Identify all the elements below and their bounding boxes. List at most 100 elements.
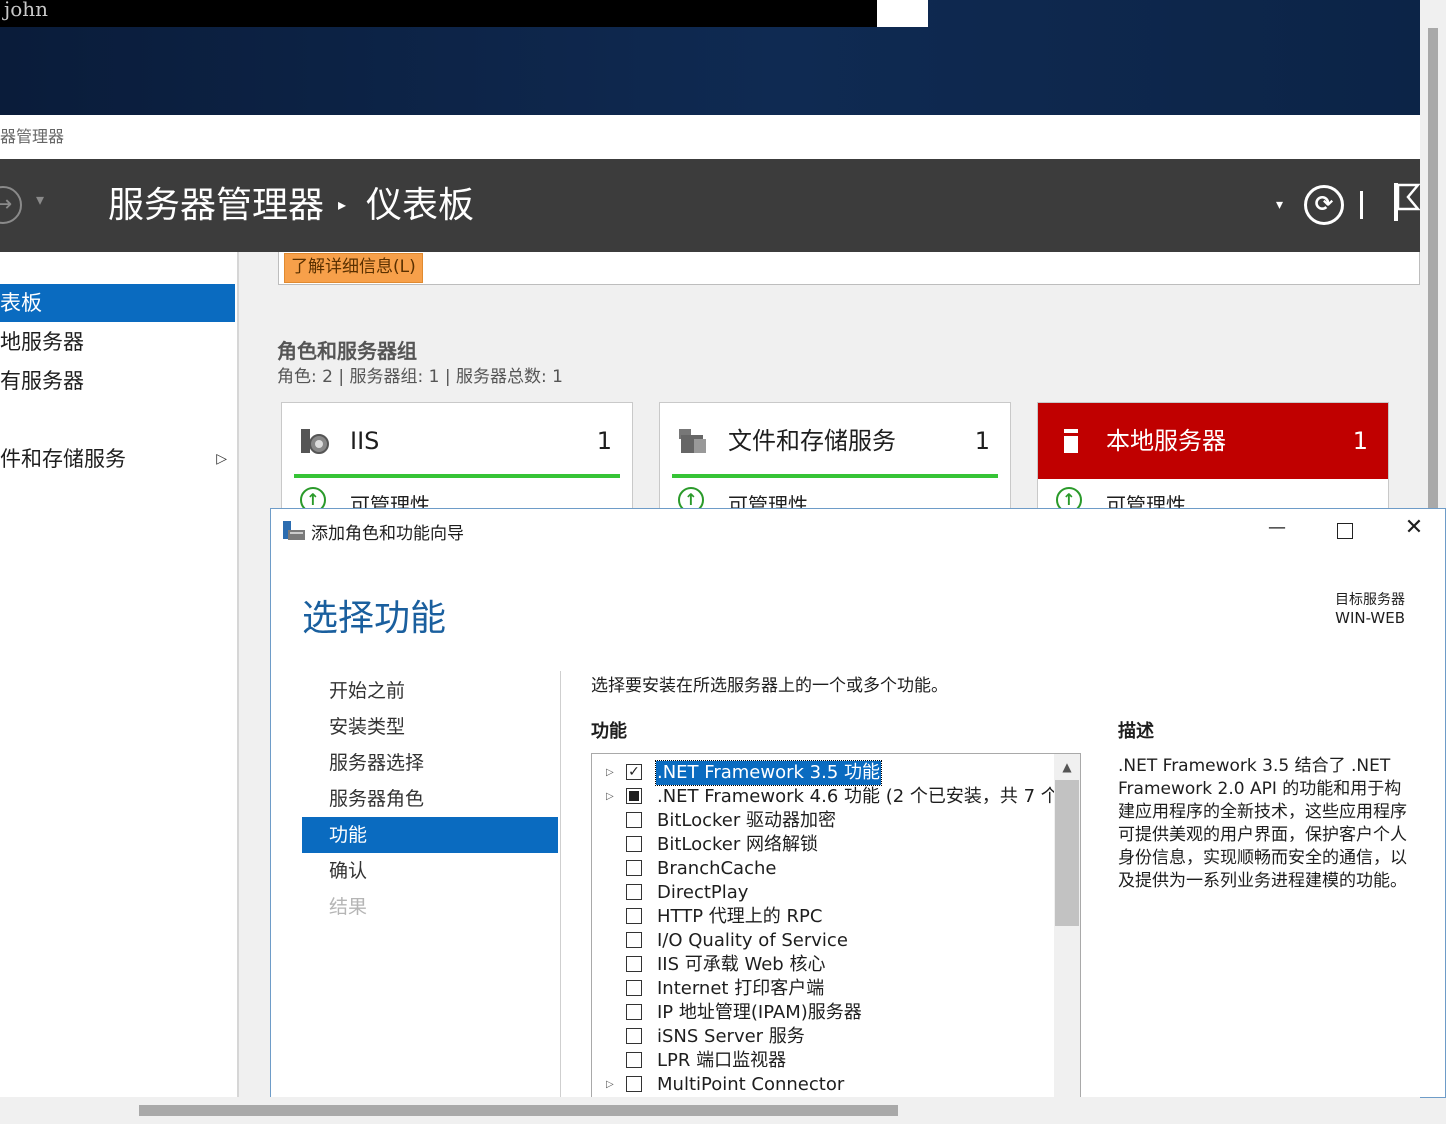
role-card-count: 1 (596, 427, 612, 455)
feature-item-multipoint[interactable]: ▷ MultiPoint Connector (592, 1073, 1054, 1097)
wizard-title: 添加角色和功能向导 (311, 524, 464, 544)
step-server-roles[interactable]: 服务器角色 (302, 781, 558, 817)
feature-checkbox[interactable] (626, 860, 642, 876)
maximize-icon[interactable] (1332, 517, 1358, 543)
back-icon[interactable]: → (0, 186, 22, 224)
feature-checkbox[interactable] (626, 1076, 642, 1092)
roles-title: 角色和服务器组 (277, 339, 417, 363)
features-scrollbar-thumb[interactable] (1055, 780, 1079, 926)
feature-item-rpc-http[interactable]: HTTP 代理上的 RPC (592, 905, 1054, 929)
feature-label: BitLocker 驱动器加密 (657, 810, 837, 831)
close-icon[interactable]: ✕ (1401, 515, 1427, 541)
feature-label: iSNS Server 服务 (657, 1026, 805, 1047)
feature-item-net35[interactable]: ▷ ✓ .NET Framework 3.5 功能 (592, 760, 1054, 786)
horizontal-scrollbar-thumb[interactable] (139, 1105, 898, 1116)
feature-checkbox[interactable] (626, 932, 642, 948)
nav-item-all-servers[interactable]: 有服务器 (0, 362, 235, 400)
feature-label: BitLocker 网络解锁 (657, 834, 819, 855)
breadcrumb-separator-icon: ▸ (338, 195, 347, 214)
expand-arrow-icon[interactable]: ▷ (606, 761, 614, 785)
role-card-count: 1 (1352, 427, 1368, 455)
role-card-status-bar (672, 474, 998, 478)
feature-label: .NET Framework 4.6 功能 (2 个已安装，共 7 个) (657, 786, 1066, 807)
feature-label: BranchCache (657, 858, 777, 879)
feature-label: Internet 打印客户端 (657, 978, 825, 999)
left-navigation: 表板 地服务器 有服务器 件和存储服务 ▷ (0, 252, 239, 1097)
header-divider (1360, 191, 1363, 219)
wizard-instruction: 选择要安装在所选服务器上的一个或多个功能。 (591, 676, 948, 696)
feature-checkbox[interactable] (626, 836, 642, 852)
feature-item-internet-print[interactable]: Internet 打印客户端 (592, 977, 1054, 1001)
feature-checkbox[interactable] (626, 956, 642, 972)
roles-summary: 角色: 2 | 服务器组: 1 | 服务器总数: 1 (277, 367, 563, 387)
feature-checkbox[interactable] (626, 1028, 642, 1044)
feature-label: .NET Framework 3.5 功能 (655, 760, 882, 786)
nav-item-label: 有服务器 (0, 369, 84, 393)
expand-arrow-icon[interactable]: ▷ (216, 440, 227, 478)
expand-arrow-icon[interactable]: ▷ (606, 785, 614, 809)
role-card-file-storage[interactable]: 文件和存储服务 1 ↑ 可管理性 (659, 402, 1011, 517)
nav-item-local-server[interactable]: 地服务器 (0, 323, 235, 361)
feature-checkbox[interactable] (626, 980, 642, 996)
feature-label: HTTP 代理上的 RPC (657, 906, 823, 927)
feature-item-io-qos[interactable]: I/O Quality of Service (592, 929, 1054, 953)
role-card-iis[interactable]: IIS 1 ↑ 可管理性 (281, 402, 633, 517)
feature-item-iis-hostable[interactable]: IIS 可承载 Web 核心 (592, 953, 1054, 977)
step-confirmation[interactable]: 确认 (302, 853, 558, 889)
expand-arrow-icon[interactable]: ▷ (606, 1073, 614, 1097)
feature-checkbox[interactable] (626, 1052, 642, 1068)
role-card-count: 1 (974, 427, 990, 455)
iis-icon (301, 429, 329, 454)
feature-checkbox-partial[interactable] (626, 788, 642, 804)
header-dropdown-icon[interactable]: ▾ (1276, 197, 1283, 213)
features-tree[interactable]: ▷ ✓ .NET Framework 3.5 功能 ▷ .NET Framewo… (591, 753, 1081, 1097)
nav-history-dropdown-icon[interactable]: ▾ (36, 190, 44, 209)
horizontal-scrollbar[interactable] (0, 1097, 1420, 1124)
app-title-bar: 器管理器 (0, 115, 1420, 159)
feature-checkbox[interactable] (626, 884, 642, 900)
feature-label: MultiPoint Connector (657, 1074, 845, 1095)
feature-checkbox-checked[interactable]: ✓ (626, 764, 642, 780)
breadcrumb-root[interactable]: 服务器管理器 (108, 181, 324, 231)
feature-item-bitlocker[interactable]: BitLocker 驱动器加密 (592, 809, 1054, 833)
step-installation-type[interactable]: 安装类型 (302, 709, 558, 745)
role-card-name: IIS (350, 427, 380, 455)
target-server-label: 目标服务器 (1335, 592, 1405, 608)
feature-checkbox[interactable] (626, 812, 642, 828)
file-storage-icon (679, 429, 706, 453)
step-server-selection[interactable]: 服务器选择 (302, 745, 558, 781)
feature-item-lpr[interactable]: LPR 端口监视器 (592, 1049, 1054, 1073)
step-before-you-begin[interactable]: 开始之前 (302, 673, 558, 709)
nav-item-dashboard[interactable]: 表板 (0, 284, 235, 322)
minimize-icon[interactable]: — (1264, 517, 1290, 543)
step-results: 结果 (329, 896, 368, 918)
learn-more-link[interactable]: 了解详细信息(L) (284, 253, 423, 283)
feature-item-ipam[interactable]: IP 地址管理(IPAM)服务器 (592, 1001, 1054, 1025)
nav-item-label: 件和存储服务 (0, 447, 126, 471)
notification-flag-icon[interactable] (1394, 183, 1420, 221)
wizard-app-icon (283, 521, 305, 540)
features-scrollbar[interactable]: ▲ (1054, 754, 1080, 1097)
add-roles-wizard-window: 添加角色和功能向导 — ✕ 选择功能 目标服务器 WIN-WEB 开始之前 安装… (270, 508, 1446, 1098)
feature-checkbox[interactable] (626, 1004, 642, 1020)
role-card-local-server[interactable]: 本地服务器 1 ↑ 可管理性 (1037, 402, 1389, 517)
feature-item-isns[interactable]: iSNS Server 服务 (592, 1025, 1054, 1049)
feature-item-branchcache[interactable]: BranchCache (592, 857, 1054, 881)
feature-item-net46[interactable]: ▷ .NET Framework 4.6 功能 (2 个已安装，共 7 个) (592, 785, 1066, 809)
scroll-up-icon[interactable]: ▲ (1054, 754, 1080, 780)
breadcrumb-current: 仪表板 (366, 185, 475, 226)
step-features[interactable]: 功能 (302, 817, 558, 853)
features-header: 功能 (591, 721, 627, 742)
server-icon (1064, 429, 1078, 453)
feature-label: LPR 端口监视器 (657, 1050, 787, 1071)
terminal-window-edge (877, 0, 928, 27)
role-card-name: 本地服务器 (1106, 427, 1226, 455)
nav-item-file-storage[interactable]: 件和存储服务 ▷ (0, 440, 235, 478)
feature-label: IIS 可承载 Web 核心 (657, 954, 826, 975)
nav-item-label: 地服务器 (0, 330, 84, 354)
refresh-icon[interactable]: ⟳ (1304, 185, 1344, 225)
terminal-window[interactable]: john (0, 0, 877, 27)
feature-item-directplay[interactable]: DirectPlay (592, 881, 1054, 905)
feature-item-bitlocker-unlock[interactable]: BitLocker 网络解锁 (592, 833, 1054, 857)
feature-checkbox[interactable] (626, 908, 642, 924)
